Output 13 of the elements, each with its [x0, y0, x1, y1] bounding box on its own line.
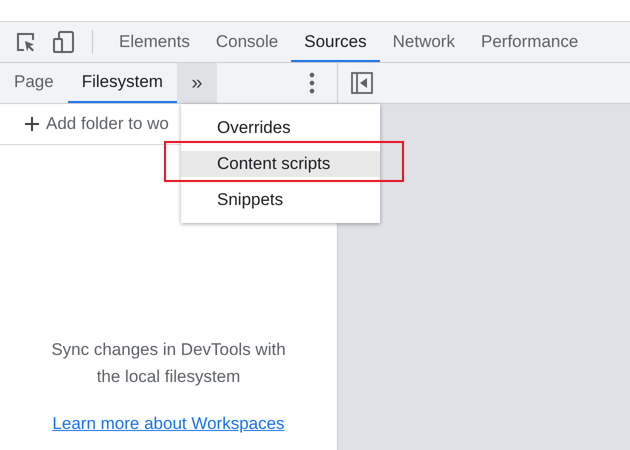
workspaces-link[interactable]: Learn more about Workspaces [52, 414, 285, 434]
menu-item[interactable]: Content scripts [181, 151, 380, 177]
plus-icon [24, 116, 40, 132]
add-folder-button[interactable]: Add folder to wo [24, 114, 169, 134]
empty-state-message: Sync changes in DevTools with the local filesystem [50, 339, 287, 388]
more-tabs-button[interactable]: » [176, 63, 217, 103]
menu-item[interactable]: Snippets [181, 187, 380, 213]
panel-tab[interactable]: Performance [468, 22, 592, 62]
menu-item[interactable]: Overrides [181, 115, 380, 141]
navigator-tab[interactable]: Page [0, 63, 68, 103]
panel-tab[interactable]: Network [380, 22, 468, 62]
panel-tab[interactable]: Elements [106, 22, 203, 62]
panel-tab[interactable]: Console [202, 22, 292, 62]
